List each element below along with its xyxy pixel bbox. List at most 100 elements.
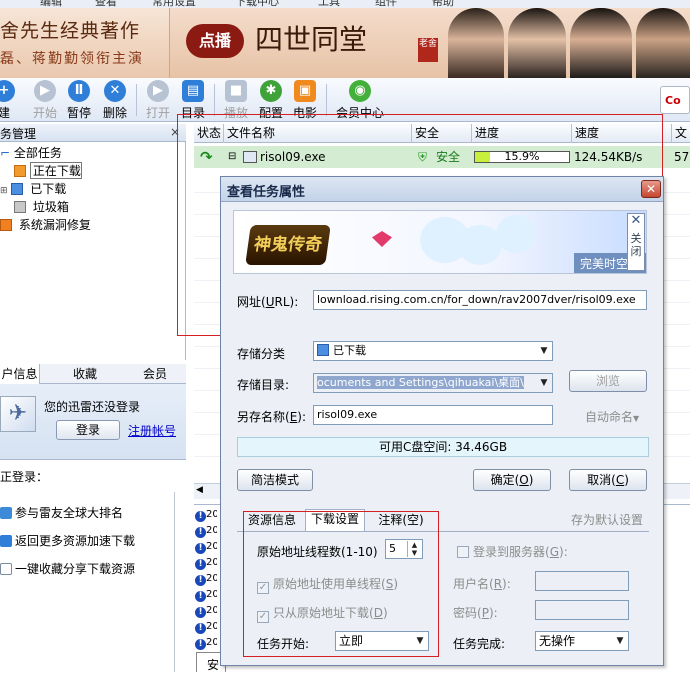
url-field[interactable]: lownload.rising.com.cn/for_down/rav2007d… bbox=[313, 290, 647, 310]
log-entry: ! 20 bbox=[195, 637, 217, 650]
password-label: 密码(P): bbox=[453, 606, 498, 620]
downloaded-icon bbox=[11, 183, 24, 195]
ad-close-button[interactable]: ✕ 关闭 bbox=[627, 213, 645, 271]
folder-icon: ▤ bbox=[182, 80, 204, 102]
log-entry: ! 20 bbox=[195, 525, 217, 538]
dir-select[interactable]: ocuments and Settings\qihuakai\桌面\ ▼ bbox=[313, 373, 553, 393]
login-message: 您的迅雷还没登录 bbox=[44, 400, 141, 414]
menu-tools[interactable]: 工具 bbox=[318, 0, 340, 8]
col-extra[interactable]: 文 bbox=[672, 124, 690, 143]
dialog-close-button[interactable]: ✕ bbox=[641, 180, 661, 198]
dialog-ad[interactable]: 神鬼传奇 完美时空 bbox=[233, 210, 647, 274]
menu-download-center[interactable]: 下载中心 bbox=[235, 0, 279, 8]
quick-title: 正登录： bbox=[0, 470, 49, 484]
quick-item-share[interactable]: 一键收藏分享下载资源 bbox=[0, 560, 135, 578]
play-icon: ■ bbox=[225, 80, 247, 102]
user-info-panel: ✈ 您的迅雷还没登录 登录 注册帐号 bbox=[0, 384, 186, 460]
auto-name-button[interactable]: 自动命名▼ bbox=[585, 408, 639, 425]
menu-view[interactable]: 查看 bbox=[95, 0, 117, 8]
brand-logo: Co bbox=[660, 86, 690, 114]
open-button[interactable]: ▶ 打开 bbox=[143, 78, 173, 122]
member-icon: ◉ bbox=[349, 80, 371, 102]
cloud-graphic bbox=[496, 215, 536, 253]
trash-icon bbox=[14, 201, 26, 213]
row-extra: 57. bbox=[674, 150, 690, 164]
login-button[interactable]: 登录 bbox=[56, 420, 120, 440]
expand-icon: ⊞ bbox=[0, 186, 8, 196]
task-finish-label: 任务完成: bbox=[453, 637, 506, 651]
tree-item-trash[interactable]: 垃圾箱 bbox=[14, 198, 69, 216]
pause-button[interactable]: Ⅱ 暂停 bbox=[64, 78, 94, 122]
category-select[interactable]: 已下载 ▼ bbox=[313, 341, 553, 361]
task-finish-select[interactable]: 无操作 ▼ bbox=[535, 631, 629, 651]
simple-mode-button[interactable]: 简洁模式 bbox=[237, 469, 313, 491]
open-icon: ▶ bbox=[147, 80, 169, 102]
chevron-down-icon: ▼ bbox=[540, 378, 548, 388]
annotation-box bbox=[243, 511, 439, 657]
actor-photo-1 bbox=[448, 8, 504, 78]
downloading-icon bbox=[14, 165, 26, 177]
task-manager-title: 务管理 bbox=[0, 127, 37, 141]
new-task-button[interactable]: + 建 bbox=[0, 78, 18, 122]
movie-icon: ▣ bbox=[294, 80, 316, 102]
password-field[interactable] bbox=[535, 600, 629, 620]
log-entry: ! 20 bbox=[195, 557, 217, 570]
quick-item-rank[interactable]: 参与雷友全球大排名 bbox=[0, 504, 123, 522]
downloaded-icon bbox=[317, 344, 329, 356]
saveas-field[interactable]: risol09.exe bbox=[313, 405, 553, 425]
login-server-checkbox[interactable]: 登录到服务器(G): bbox=[457, 543, 568, 560]
gem-icon bbox=[372, 231, 392, 247]
tree-item-all[interactable]: ⌐ 全部任务 bbox=[0, 144, 62, 162]
log-entry: ! 20 bbox=[195, 621, 217, 634]
quick-actions: 正登录： 参与雷友全球大排名 返回更多资源加速下载 一键收藏分享下载资源 bbox=[0, 460, 186, 675]
log-entry: ! 20 bbox=[195, 541, 217, 554]
banner-ad[interactable]: 舍先生经典著作 磊、蒋勤勤领衔主演 点播 四世同堂 老舍 bbox=[0, 8, 690, 78]
task-properties-dialog: 查看任务属性 ✕ 神鬼传奇 完美时空 ✕ 关闭 网址(URL): lownloa… bbox=[220, 176, 664, 666]
tree-arrow-icon: ⌐ bbox=[0, 146, 11, 160]
start-icon: ▶ bbox=[34, 80, 56, 102]
tree-item-downloaded[interactable]: ⊞ 已下载 bbox=[0, 180, 66, 198]
new-icon: + bbox=[0, 80, 15, 102]
menu-settings[interactable]: 常用设置 bbox=[152, 0, 196, 8]
config-icon: ✱ bbox=[260, 80, 282, 102]
actor-photo-4 bbox=[636, 8, 690, 78]
info-tabs: 户信息 收藏 会员 bbox=[0, 364, 186, 384]
actor-photo-2 bbox=[508, 8, 566, 78]
thunder-logo-icon: ✈ bbox=[0, 396, 36, 432]
tree-item-vuln-fix[interactable]: 系统漏洞修复 bbox=[0, 216, 91, 234]
chevron-down-icon: ▼ bbox=[633, 414, 640, 423]
banner-line2: 磊、蒋勤勤领衔主演 bbox=[0, 51, 144, 67]
category-label: 存储分类 bbox=[237, 347, 286, 361]
username-field[interactable] bbox=[535, 571, 629, 591]
toolbar-separator bbox=[214, 84, 215, 116]
start-button[interactable]: ▶ 开始 bbox=[30, 78, 60, 122]
game-logo: 神鬼传奇 bbox=[245, 225, 331, 265]
menu-components[interactable]: 组件 bbox=[375, 0, 397, 8]
toolbar-separator bbox=[136, 84, 137, 116]
save-default-button[interactable]: 存为默认设置 bbox=[571, 511, 643, 528]
scroll-left-icon[interactable]: ◀ bbox=[196, 485, 203, 495]
log-entry: ! 20 bbox=[195, 509, 217, 522]
tab-favorites[interactable]: 收藏 bbox=[60, 364, 110, 384]
tab-user-info[interactable]: 户信息 bbox=[0, 364, 40, 384]
quick-divider bbox=[174, 492, 175, 672]
banner-play-button[interactable]: 点播 bbox=[186, 24, 244, 58]
checkbox-icon bbox=[457, 546, 469, 558]
quick-item-resources[interactable]: 返回更多资源加速下载 bbox=[0, 532, 135, 550]
cancel-button[interactable]: 取消(C) bbox=[569, 469, 647, 491]
banner-title: 四世同堂 bbox=[255, 23, 368, 56]
ok-button[interactable]: 确定(O) bbox=[473, 469, 551, 491]
shield-icon bbox=[0, 219, 12, 231]
close-icon: ✕ bbox=[630, 213, 642, 228]
disk-space-info: 可用C盘空间: 34.46GB bbox=[237, 437, 649, 457]
menu-help[interactable]: 帮助 bbox=[432, 0, 454, 8]
menu-edit[interactable]: 编辑 bbox=[40, 0, 62, 8]
task-tree: ⌐ 全部任务 正在下载 ⊞ 已下载 垃圾箱 系统漏洞修复 bbox=[0, 142, 186, 360]
dialog-title: 查看任务属性 bbox=[221, 177, 663, 202]
delete-button[interactable]: ✕ 删除 bbox=[100, 78, 130, 122]
chevron-down-icon: ▼ bbox=[540, 346, 548, 356]
tab-member[interactable]: 会员 bbox=[130, 364, 180, 384]
browse-button[interactable]: 浏览 bbox=[569, 370, 647, 392]
saveas-label: 另存名称(E): bbox=[237, 410, 307, 424]
register-link[interactable]: 注册帐号 bbox=[128, 422, 176, 439]
